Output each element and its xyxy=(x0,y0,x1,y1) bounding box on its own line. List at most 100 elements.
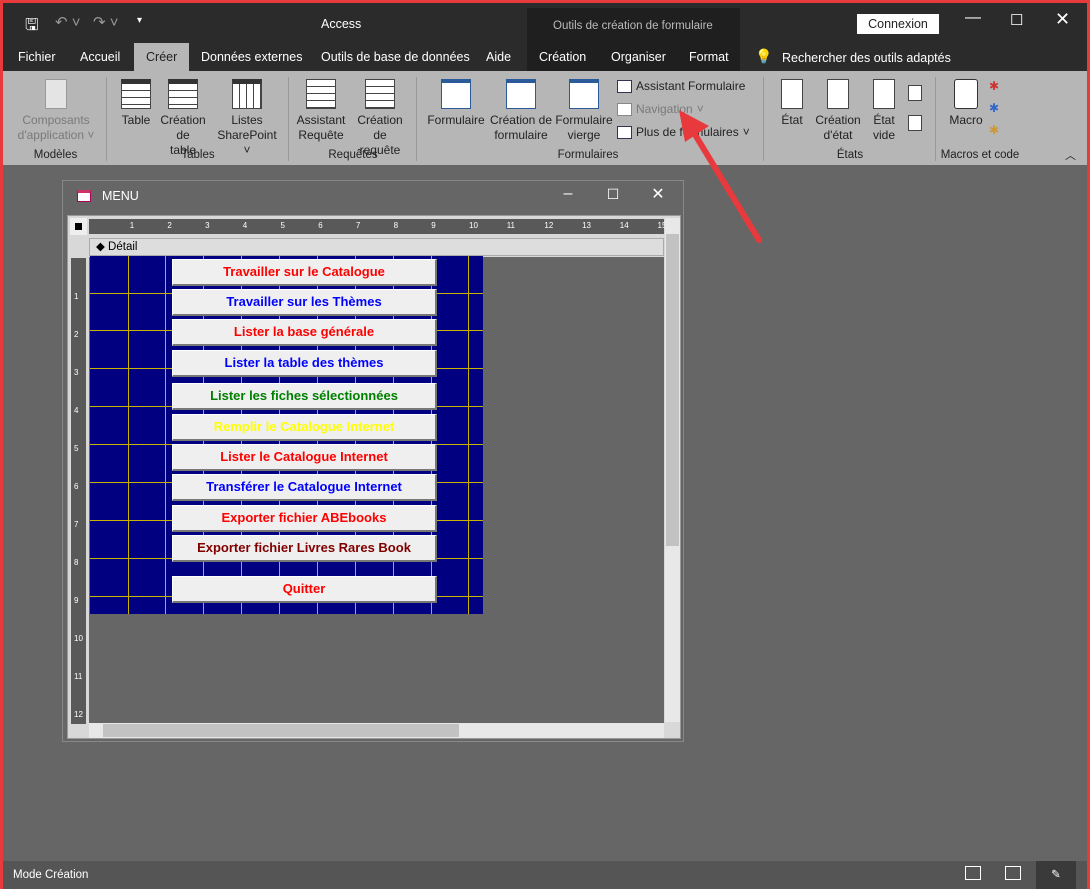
macro-button[interactable]: Macro xyxy=(946,79,986,128)
app-parts-button[interactable]: Composants d'application ˅ xyxy=(17,79,95,143)
ruler-tick-label: 7 xyxy=(74,520,79,529)
query-wizard-icon xyxy=(306,79,336,109)
vertical-ruler: 1 2 3 4 5 6 7 8 9 10 11 12 xyxy=(71,258,86,724)
ruler-tick-label: 3 xyxy=(74,368,79,377)
horizontal-ruler: 1 2 3 4 5 6 7 8 9 10 11 12 13 14 15 xyxy=(89,219,666,234)
group-label-tables: Tables xyxy=(181,149,215,161)
maximize-button[interactable]: ☐ xyxy=(1010,11,1023,29)
ruler-tick-label: 12 xyxy=(74,710,83,719)
group-label-formulaires: Formulaires xyxy=(557,149,619,161)
group-label-modeles: Modèles xyxy=(33,149,78,161)
design-view-icon[interactable]: ✎ xyxy=(1036,861,1076,889)
layout-view-icon[interactable] xyxy=(1005,866,1021,880)
menu-button[interactable]: Travailler sur le Catalogue xyxy=(172,259,437,286)
menu-button[interactable]: Transférer le Catalogue Internet xyxy=(172,474,437,501)
ruler-tick-label: 10 xyxy=(469,221,478,230)
horizontal-scrollbar[interactable] xyxy=(89,723,664,738)
menu-button[interactable]: Remplir le Catalogue Internet xyxy=(172,414,437,441)
table-button[interactable]: Table xyxy=(118,79,154,128)
vertical-scrollbar[interactable] xyxy=(665,218,680,722)
visual-basic-icon[interactable]: ✱ xyxy=(989,123,999,137)
menu-button[interactable]: Lister la table des thèmes xyxy=(172,350,437,377)
ruler-tick-label: 12 xyxy=(544,221,554,230)
signin-button[interactable]: Connexion xyxy=(857,14,939,34)
form-selector[interactable] xyxy=(70,218,87,235)
menu-button[interactable]: Quitter xyxy=(172,576,437,603)
blank-form-icon xyxy=(569,79,599,109)
form-view-icon[interactable] xyxy=(965,866,981,880)
search-tools[interactable]: Rechercher des outils adaptés xyxy=(782,51,951,65)
form-detail-canvas: Travailler sur le Catalogue Travailler su… xyxy=(90,256,483,614)
menu-button[interactable]: Lister la base générale xyxy=(172,319,437,346)
tab-format[interactable]: Format xyxy=(679,43,739,71)
tab-organiser[interactable]: Organiser xyxy=(601,43,676,71)
minimize-button[interactable]: — xyxy=(965,9,981,27)
horizontal-scroll-thumb[interactable] xyxy=(103,724,459,737)
more-forms-icon xyxy=(617,125,632,139)
ruler-tick-label: 8 xyxy=(74,558,79,567)
menu-button[interactable]: Lister le Catalogue Internet xyxy=(172,444,437,471)
navigation-icon xyxy=(617,102,632,116)
ruler-tick-label: 9 xyxy=(431,221,436,230)
query-design-button[interactable]: Création de requête xyxy=(351,79,409,158)
form-icon xyxy=(441,79,471,109)
document-icon xyxy=(45,79,67,109)
tab-fichier[interactable]: Fichier xyxy=(8,43,66,71)
tab-creer[interactable]: Créer xyxy=(134,43,190,71)
ruler-tick-label: 6 xyxy=(318,221,323,230)
blank-report-button[interactable]: État vide xyxy=(869,79,899,143)
ruler-tick-label: 2 xyxy=(74,330,79,339)
list-icon xyxy=(232,79,262,109)
menu-button[interactable]: Exporter fichier ABEbooks xyxy=(172,505,437,532)
report-wizard-icon[interactable] xyxy=(908,85,922,101)
ruler-tick-label: 10 xyxy=(74,634,83,643)
query-wizard-button[interactable]: Assistant Requête xyxy=(296,79,346,143)
class-module-icon[interactable]: ✱ xyxy=(989,101,999,115)
report-button[interactable]: État xyxy=(775,79,809,128)
menu-button[interactable]: Exporter fichier Livres Rares Book xyxy=(172,535,437,562)
ruler-tick-label: 8 xyxy=(393,221,399,230)
section-header-detail[interactable]: ◆ Détail xyxy=(89,238,664,256)
window-maximize-button[interactable]: ☐ xyxy=(590,186,636,203)
tab-creation[interactable]: Création xyxy=(529,43,596,71)
grid-line xyxy=(128,256,129,614)
lightbulb-icon: 💡 xyxy=(755,48,773,64)
menu-button[interactable]: Lister les fiches sélectionnées xyxy=(172,383,437,410)
form-wizard-button[interactable]: Assistant Formulaire xyxy=(617,79,745,93)
form-design-button[interactable]: Création de formulaire xyxy=(489,79,553,143)
sharepoint-lists-button[interactable]: Listes SharePoint ˅ xyxy=(215,79,279,158)
report-design-button[interactable]: Création d'état xyxy=(813,79,863,143)
table-design-icon xyxy=(168,79,198,109)
close-button[interactable]: ✕ xyxy=(1055,9,1070,30)
form-window-menu: MENU – ☐ ✕ 1 2 3 4 5 6 7 8 9 10 11 12 13 14 15 ◆ Détai… xyxy=(62,180,684,742)
form-icon xyxy=(77,190,91,202)
menu-button[interactable]: Travailler sur les Thèmes xyxy=(172,289,437,316)
window-minimize-button[interactable]: – xyxy=(545,185,591,203)
tab-outils-bdd[interactable]: Outils de base de données xyxy=(311,43,480,71)
tab-accueil[interactable]: Accueil xyxy=(70,43,130,71)
tab-aide[interactable]: Aide xyxy=(476,43,521,71)
collapse-ribbon-icon[interactable]: ︿ xyxy=(1065,147,1076,163)
ruler-tick-label: 1 xyxy=(74,292,79,301)
blank-report-icon xyxy=(873,79,895,109)
ruler-tick-label: 7 xyxy=(355,221,361,230)
form-button[interactable]: Formulaire xyxy=(426,79,486,128)
ruler-tick-label: 4 xyxy=(74,406,79,415)
ruler-tick-label: 14 xyxy=(619,221,629,230)
blank-form-button[interactable]: Formulaire vierge xyxy=(553,79,615,143)
ruler-tick-label: 9 xyxy=(74,596,79,605)
labels-icon[interactable] xyxy=(908,115,922,131)
report-icon xyxy=(781,79,803,109)
ruler-tick-label: 4 xyxy=(242,221,248,230)
table-design-button[interactable]: Création de table xyxy=(155,79,211,158)
module-icon[interactable]: ✱ xyxy=(989,79,999,93)
ribbon: Composants d'application ˅ Modèles Table … xyxy=(3,71,1087,165)
ruler-tick-label: 13 xyxy=(582,221,591,230)
ruler-tick-label: 1 xyxy=(129,221,135,230)
vertical-scroll-thumb[interactable] xyxy=(666,234,679,546)
form-design-icon xyxy=(506,79,536,109)
ruler-tick-label: 5 xyxy=(280,221,285,230)
ruler-tick-label: 5 xyxy=(74,444,79,453)
tab-donnees-externes[interactable]: Données externes xyxy=(191,43,312,71)
group-label-macros: Macros et code xyxy=(940,149,1020,161)
